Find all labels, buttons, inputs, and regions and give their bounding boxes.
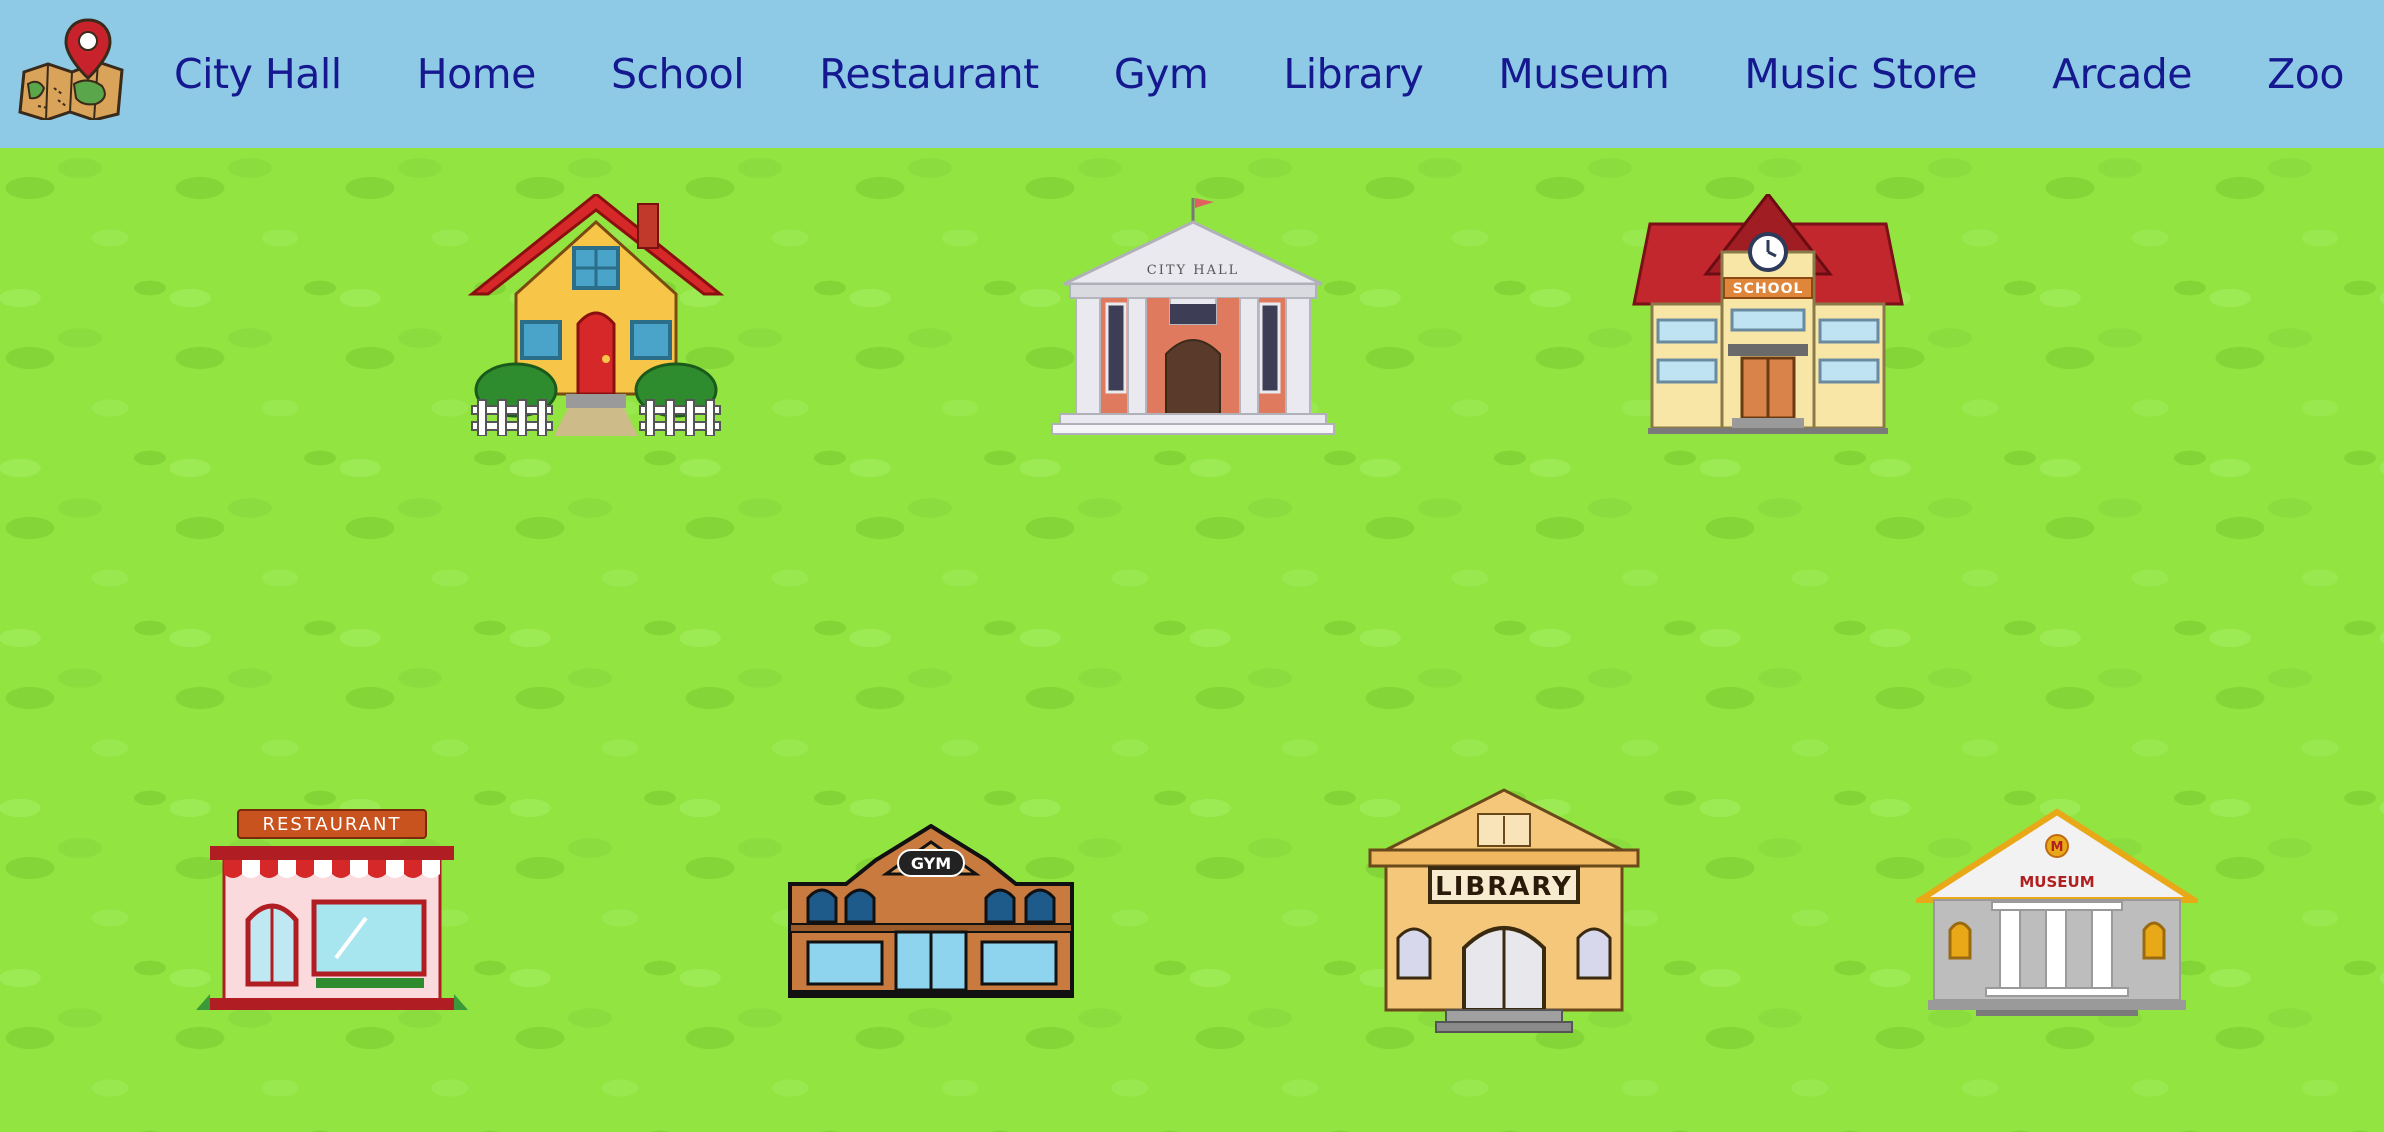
museum-badge: M bbox=[2051, 840, 2064, 855]
restaurant-building[interactable]: RESTAURANT bbox=[196, 808, 468, 1014]
school-building[interactable]: SCHOOL bbox=[1632, 194, 1904, 436]
museum-building[interactable]: M MUSEUM bbox=[1916, 808, 2198, 1018]
restaurant-sign: RESTAURANT bbox=[263, 814, 402, 835]
home-building[interactable] bbox=[468, 194, 724, 436]
library-sign: LIBRARY bbox=[1435, 872, 1573, 902]
school-sign: SCHOOL bbox=[1733, 281, 1804, 297]
nav-link-home[interactable]: Home bbox=[417, 50, 537, 98]
nav-link-city-hall[interactable]: City Hall bbox=[174, 50, 342, 98]
nav-link-arcade[interactable]: Arcade bbox=[2052, 50, 2192, 98]
gym-building[interactable]: GYM bbox=[786, 824, 1076, 1000]
nav-link-gym[interactable]: Gym bbox=[1114, 50, 1209, 98]
nav-link-restaurant[interactable]: Restaurant bbox=[819, 50, 1039, 98]
nav-link-zoo[interactable]: Zoo bbox=[2267, 50, 2344, 98]
library-building[interactable]: LIBRARY bbox=[1366, 788, 1642, 1034]
nav-link-library[interactable]: Library bbox=[1283, 50, 1423, 98]
nav-links: City Hall Home School Restaurant Gym Lib… bbox=[174, 0, 2384, 148]
city-hall-building[interactable]: CITY HALL bbox=[1050, 194, 1336, 436]
nav-link-school[interactable]: School bbox=[611, 50, 745, 98]
top-navigation-bar: City Hall Home School Restaurant Gym Lib… bbox=[0, 0, 2384, 148]
nav-link-music-store[interactable]: Music Store bbox=[1744, 50, 1977, 98]
city-hall-sign: CITY HALL bbox=[1147, 263, 1239, 278]
town-map-grass: CITY HALL SCHOOL RESTAURANT GYM LIBRARY … bbox=[0, 148, 2384, 1132]
nav-link-museum[interactable]: Museum bbox=[1498, 50, 1669, 98]
map-logo-icon[interactable] bbox=[18, 14, 126, 122]
gym-sign: GYM bbox=[911, 854, 951, 873]
museum-sign: MUSEUM bbox=[2019, 873, 2094, 891]
